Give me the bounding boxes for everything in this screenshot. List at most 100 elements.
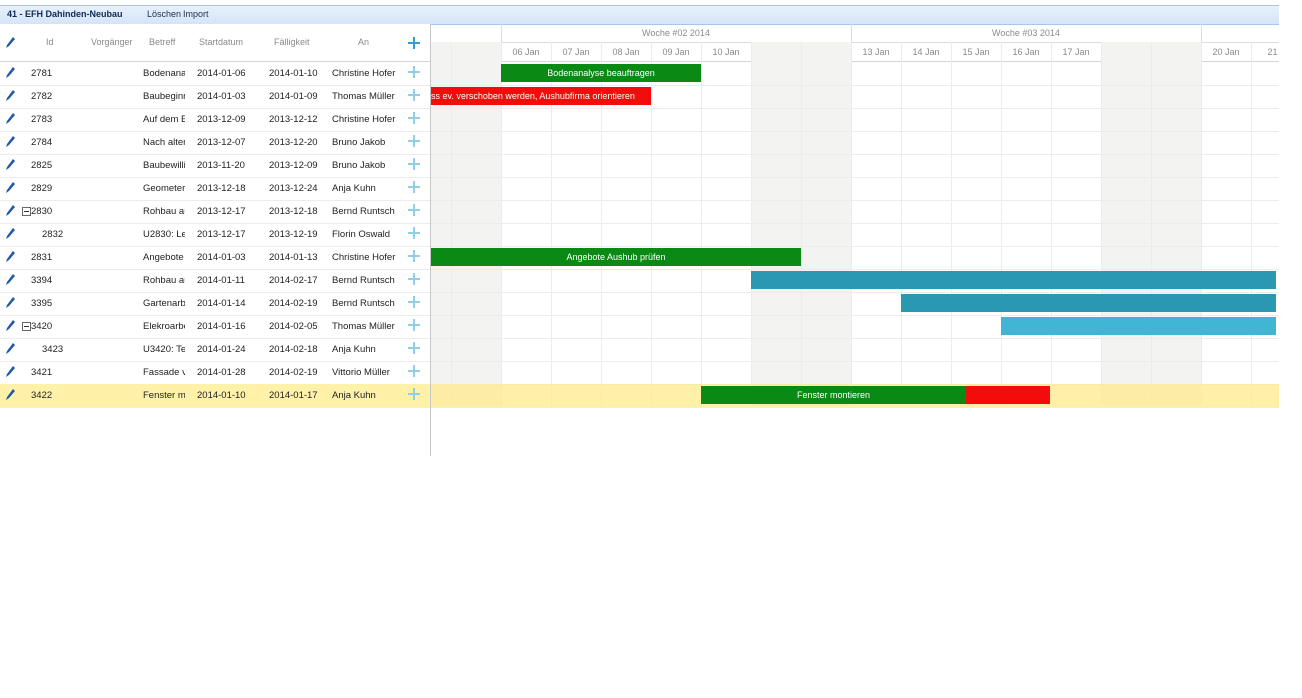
task-start-date: 2013-12-18 bbox=[197, 183, 246, 194]
add-subtask-plus-icon[interactable] bbox=[408, 181, 420, 193]
task-row[interactable]: 2831 Angebote 2014-01-03 2014-01-13 Christin… bbox=[0, 246, 430, 270]
task-due-date: 2013-12-20 bbox=[269, 137, 318, 148]
gantt-task-bar[interactable]: ss ev. verschoben werden, Aushubfirma or… bbox=[431, 87, 651, 105]
task-subject[interactable]: Rohbau au bbox=[143, 275, 185, 286]
column-header-assignee[interactable]: An bbox=[358, 37, 369, 47]
pencil-icon[interactable] bbox=[6, 251, 15, 262]
task-subject[interactable]: Fassade v bbox=[143, 367, 185, 378]
pencil-icon[interactable] bbox=[6, 274, 15, 285]
task-subject[interactable]: Bodenana bbox=[143, 68, 185, 79]
add-subtask-plus-icon[interactable] bbox=[408, 296, 420, 308]
collapse-icon[interactable] bbox=[22, 207, 31, 216]
task-assignee: Anja Kuhn bbox=[332, 183, 376, 194]
gantt-row bbox=[431, 200, 1279, 224]
task-row[interactable]: 2781 Bodenana 2014-01-06 2014-01-10 Christin… bbox=[0, 62, 430, 86]
task-start-date: 2013-12-07 bbox=[197, 137, 246, 148]
task-due-date: 2013-12-19 bbox=[269, 229, 318, 240]
add-subtask-plus-icon[interactable] bbox=[408, 66, 420, 78]
task-assignee: Anja Kuhn bbox=[332, 344, 376, 355]
task-subject[interactable]: U3420: Te bbox=[143, 344, 185, 355]
gantt-task-bar[interactable] bbox=[1001, 317, 1276, 335]
gantt-task-bar[interactable]: Bodenanalyse beauftragen bbox=[501, 64, 701, 82]
task-row[interactable]: 3422 Fenster m 2014-01-10 2014-01-17 Anja Ku… bbox=[0, 384, 430, 408]
project-title-bar: 41 - EFH Dahinden-Neubau Löschen Import bbox=[0, 5, 1279, 25]
task-subject[interactable]: Baubewilli bbox=[143, 160, 185, 171]
task-subject[interactable]: Angebote bbox=[143, 252, 185, 263]
gantt-task-bar[interactable] bbox=[966, 386, 1050, 404]
task-subject[interactable]: Rohbau au bbox=[143, 206, 185, 217]
task-row[interactable]: 2783 Auf dem E 2013-12-09 2013-12-12 Christi… bbox=[0, 108, 430, 132]
add-subtask-plus-icon[interactable] bbox=[408, 158, 420, 170]
pencil-icon[interactable] bbox=[6, 320, 15, 331]
task-due-date: 2014-02-19 bbox=[269, 367, 318, 378]
task-row[interactable]: 3420 Elekroarbe 2014-01-16 2014-02-05 Thomas… bbox=[0, 315, 430, 339]
gantt-task-bar[interactable] bbox=[901, 294, 1276, 312]
task-due-date: 2013-12-18 bbox=[269, 206, 318, 217]
add-subtask-plus-icon[interactable] bbox=[408, 319, 420, 331]
pencil-icon[interactable] bbox=[6, 297, 15, 308]
pencil-icon[interactable] bbox=[6, 228, 15, 239]
pencil-icon[interactable] bbox=[6, 366, 15, 377]
pencil-icon[interactable] bbox=[6, 159, 15, 170]
task-row[interactable]: 2830 Rohbau au 2013-12-17 2013-12-18 Bernd R… bbox=[0, 200, 430, 224]
task-id: 3420 bbox=[31, 321, 53, 332]
add-subtask-plus-icon[interactable] bbox=[408, 250, 420, 262]
pencil-icon[interactable] bbox=[6, 113, 15, 124]
task-row[interactable]: 3421 Fassade v 2014-01-28 2014-02-19 Vittori… bbox=[0, 361, 430, 385]
column-header-due-date[interactable]: Fälligkeit bbox=[274, 37, 310, 47]
task-assignee: Thomas Müller bbox=[332, 321, 395, 332]
task-id: 2831 bbox=[31, 252, 53, 263]
add-subtask-plus-icon[interactable] bbox=[408, 365, 420, 377]
task-row[interactable]: 2784 Nach alter 2013-12-07 2013-12-20 Bruno … bbox=[0, 131, 430, 155]
column-header-predecessor[interactable]: Vorgänger bbox=[91, 37, 133, 47]
task-id: 2781 bbox=[31, 68, 53, 79]
task-id: 3394 bbox=[31, 275, 53, 286]
collapse-icon[interactable] bbox=[22, 322, 31, 331]
task-row[interactable]: 2832 U2830: Le 2013-12-17 2013-12-19 Florin … bbox=[0, 223, 430, 247]
gantt-row bbox=[431, 361, 1279, 385]
task-subject[interactable]: Gartenarb bbox=[143, 298, 185, 309]
task-due-date: 2013-12-12 bbox=[269, 114, 318, 125]
add-subtask-plus-icon[interactable] bbox=[408, 112, 420, 124]
pencil-icon[interactable] bbox=[6, 67, 15, 78]
add-subtask-plus-icon[interactable] bbox=[408, 204, 420, 216]
task-row[interactable]: 3423 U3420: Te 2014-01-24 2014-02-18 Anja Ku… bbox=[0, 338, 430, 362]
task-grid: Id Vorgänger Betreff Startdatum Fälligke… bbox=[0, 24, 431, 456]
add-subtask-plus-icon[interactable] bbox=[408, 89, 420, 101]
task-row[interactable]: 3395 Gartenarb 2014-01-14 2014-02-19 Bernd R… bbox=[0, 292, 430, 316]
add-subtask-plus-icon[interactable] bbox=[408, 388, 420, 400]
task-id: 2830 bbox=[31, 206, 53, 217]
task-row[interactable]: 2782 Baubeginr 2014-01-03 2014-01-09 Thomas … bbox=[0, 85, 430, 109]
add-subtask-plus-icon[interactable] bbox=[408, 342, 420, 354]
task-row[interactable]: 2825 Baubewilli 2013-11-20 2013-12-09 Bruno … bbox=[0, 154, 430, 178]
add-subtask-plus-icon[interactable] bbox=[408, 227, 420, 239]
column-header-id[interactable]: Id bbox=[46, 37, 54, 47]
task-row[interactable]: 3394 Rohbau au 2014-01-11 2014-02-17 Bernd R… bbox=[0, 269, 430, 293]
pencil-icon[interactable] bbox=[6, 182, 15, 193]
task-subject[interactable]: Elekroarbe bbox=[143, 321, 185, 332]
pencil-icon[interactable] bbox=[6, 343, 15, 354]
add-subtask-plus-icon[interactable] bbox=[408, 273, 420, 285]
pencil-icon[interactable] bbox=[6, 136, 15, 147]
task-subject[interactable]: Auf dem E bbox=[143, 114, 185, 125]
task-subject[interactable]: Geometer bbox=[143, 183, 185, 194]
gantt-row bbox=[431, 154, 1279, 178]
column-header-start-date[interactable]: Startdatum bbox=[199, 37, 243, 47]
import-button[interactable]: Import bbox=[183, 9, 209, 19]
pencil-icon[interactable] bbox=[6, 205, 15, 216]
gantt-task-bar[interactable]: Angebote Aushub prüfen bbox=[431, 248, 801, 266]
task-subject[interactable]: Baubeginr bbox=[143, 91, 185, 102]
pencil-icon[interactable] bbox=[6, 90, 15, 101]
pencil-icon[interactable] bbox=[6, 389, 15, 400]
gantt-task-bar[interactable]: Fenster montieren bbox=[701, 386, 966, 404]
task-id: 3395 bbox=[31, 298, 53, 309]
gantt-task-bar[interactable] bbox=[751, 271, 1276, 289]
task-row[interactable]: 2829 Geometer 2013-12-18 2013-12-24 Anja Kuh… bbox=[0, 177, 430, 201]
task-subject[interactable]: Fenster m bbox=[143, 390, 185, 401]
task-subject[interactable]: U2830: Le bbox=[143, 229, 185, 240]
add-subtask-plus-icon[interactable] bbox=[408, 135, 420, 147]
column-header-subject[interactable]: Betreff bbox=[149, 37, 175, 47]
add-task-plus-icon[interactable] bbox=[408, 37, 420, 49]
task-subject[interactable]: Nach alter bbox=[143, 137, 185, 148]
delete-button[interactable]: Löschen bbox=[147, 9, 181, 19]
